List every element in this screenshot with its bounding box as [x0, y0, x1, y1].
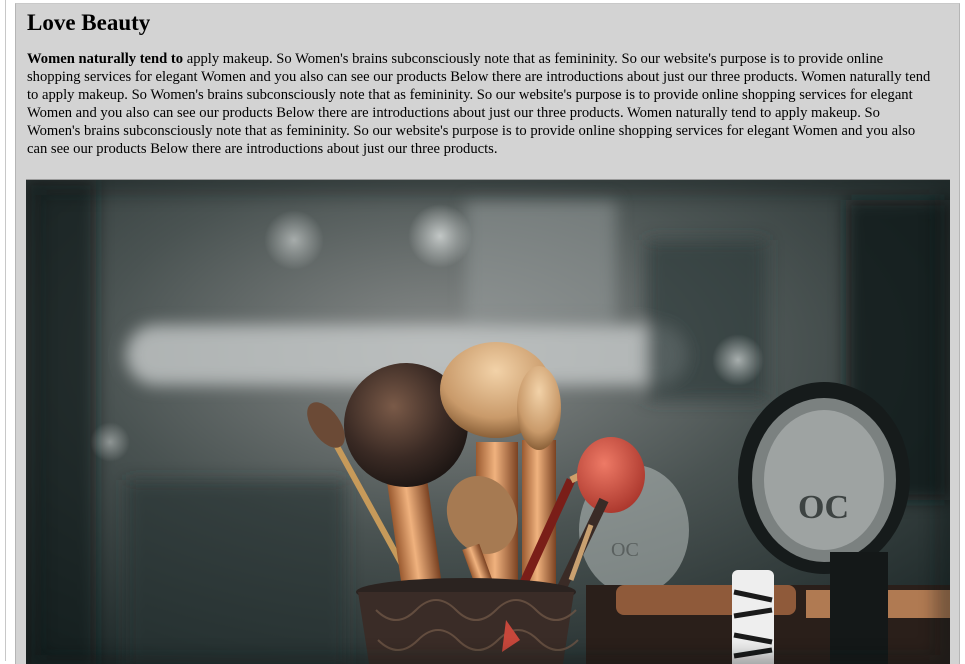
brush-holder	[356, 578, 579, 664]
compact-mirror: OC	[738, 382, 910, 574]
content-panel: Love Beauty Women naturally tend to appl…	[15, 3, 960, 664]
page-title: Love Beauty	[27, 10, 151, 35]
intro-paragraph: Women naturally tend to apply makeup. So…	[27, 50, 932, 158]
page-left-rule	[5, 0, 6, 661]
svg-text:OC: OC	[611, 539, 639, 561]
intro-bold-lead: Women naturally tend to	[27, 51, 184, 67]
compact-label: OC	[798, 489, 849, 526]
hero-image: OC OC	[26, 179, 950, 664]
